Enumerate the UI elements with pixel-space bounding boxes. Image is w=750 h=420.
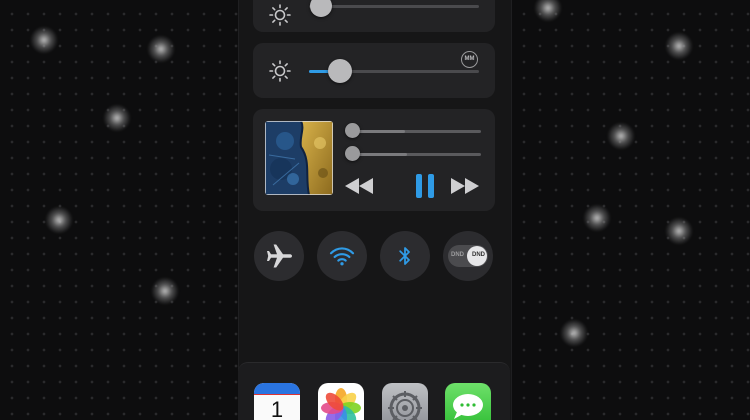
photos-icon bbox=[321, 388, 361, 420]
do-not-disturb-toggle[interactable]: DND DND bbox=[443, 231, 493, 281]
messages-icon bbox=[453, 394, 483, 419]
display-slider-card bbox=[253, 0, 495, 32]
dnd-off-label: DND bbox=[451, 252, 464, 258]
brightness-icon bbox=[269, 60, 291, 82]
calendar-app[interactable]: 1 bbox=[254, 383, 300, 420]
bokeh-light bbox=[607, 122, 635, 150]
bokeh-light bbox=[45, 206, 73, 234]
brightness-slider-knob[interactable] bbox=[328, 59, 352, 83]
settings-gear-icon bbox=[388, 391, 422, 420]
dock: 1 bbox=[238, 362, 510, 420]
display-slider-track[interactable] bbox=[309, 5, 479, 8]
calendar-date: 1 bbox=[270, 397, 284, 420]
brightness-icon bbox=[269, 4, 291, 26]
dnd-on-label: DND bbox=[472, 252, 485, 258]
photos-app[interactable] bbox=[318, 383, 364, 420]
wallpaper: MM DND DND 1 bbox=[0, 0, 750, 420]
bokeh-light bbox=[151, 277, 179, 305]
airplane-mode-toggle[interactable] bbox=[254, 231, 304, 281]
bokeh-light bbox=[665, 32, 693, 60]
dnd-switch[interactable]: DND DND bbox=[448, 245, 488, 267]
settings-app[interactable] bbox=[382, 383, 428, 420]
bokeh-light bbox=[103, 104, 131, 132]
wifi-toggle[interactable] bbox=[317, 231, 367, 281]
wifi-icon bbox=[329, 247, 355, 266]
calendar-header bbox=[254, 383, 300, 395]
volume-slider-knob[interactable] bbox=[345, 123, 360, 138]
bokeh-light bbox=[665, 217, 693, 245]
mm-badge: MM bbox=[461, 51, 478, 68]
bokeh-light bbox=[560, 319, 588, 347]
fast-forward-icon[interactable] bbox=[451, 178, 479, 194]
control-center-panel: MM DND DND bbox=[238, 0, 512, 420]
display-slider-knob[interactable] bbox=[310, 0, 332, 17]
bokeh-light bbox=[583, 204, 611, 232]
rewind-icon[interactable] bbox=[345, 178, 373, 194]
brightness-slider-card: MM bbox=[253, 43, 495, 98]
pause-icon[interactable] bbox=[415, 174, 435, 198]
bluetooth-toggle[interactable] bbox=[380, 231, 430, 281]
media-player-card bbox=[253, 109, 495, 211]
bokeh-light bbox=[147, 35, 175, 63]
bokeh-light bbox=[534, 0, 562, 22]
airplane-icon bbox=[267, 244, 292, 268]
progress-slider-knob[interactable] bbox=[345, 146, 360, 161]
bluetooth-icon bbox=[399, 247, 410, 265]
messages-app[interactable] bbox=[445, 383, 491, 420]
bokeh-light bbox=[30, 26, 58, 54]
album-artwork[interactable] bbox=[265, 121, 333, 195]
